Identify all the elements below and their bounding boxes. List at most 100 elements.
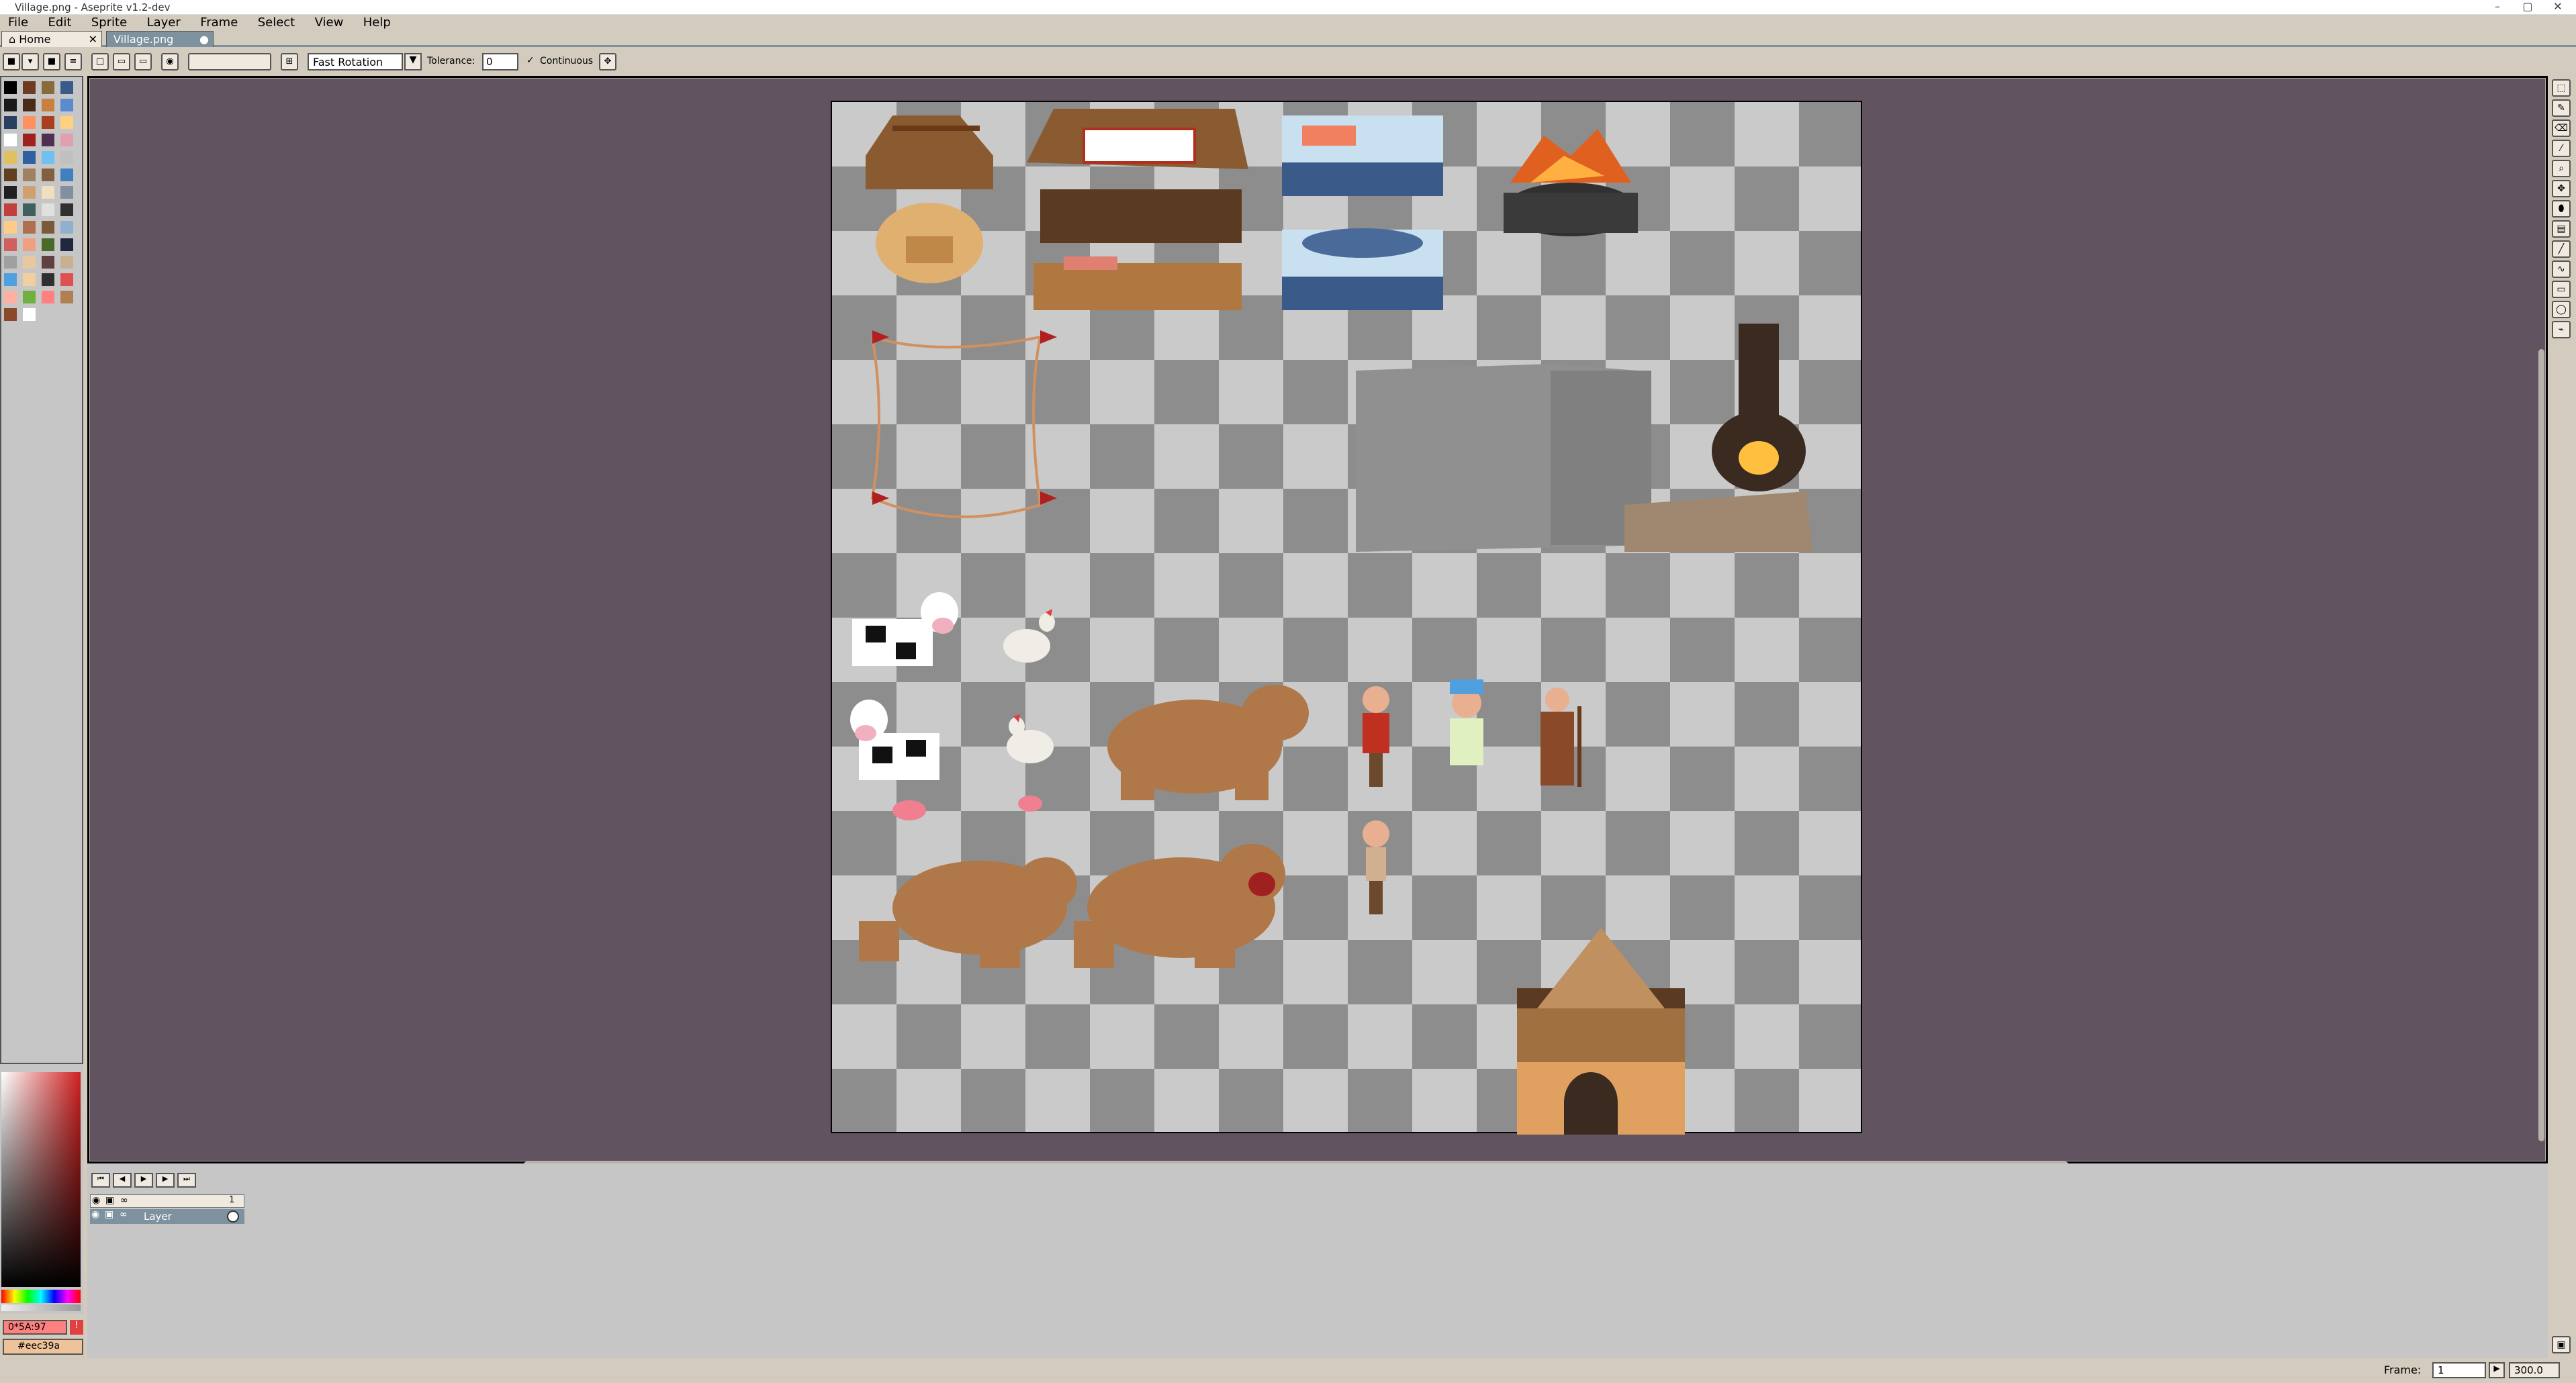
background-color-button[interactable]: #eec39a — [3, 1339, 83, 1355]
hue-slider[interactable] — [1, 1290, 81, 1303]
palette-swatch[interactable] — [23, 81, 36, 94]
transform-icon[interactable]: ⊞ — [281, 53, 298, 70]
selection-icon[interactable]: ■ — [43, 53, 60, 70]
palette-swatch[interactable] — [60, 81, 73, 94]
palette-swatch[interactable] — [42, 221, 54, 234]
continuous-icon[interactable]: ∞ — [120, 1209, 128, 1220]
play-icon[interactable]: ▶ — [134, 1173, 153, 1188]
contour-tool-icon[interactable]: ⌁ — [2552, 321, 2571, 338]
menu-edit[interactable]: Edit — [40, 15, 80, 30]
cel-icon[interactable] — [227, 1210, 239, 1223]
palette-swatch[interactable] — [23, 151, 36, 164]
frame-input[interactable]: 1 — [2432, 1362, 2486, 1378]
menu-view[interactable]: View — [307, 15, 352, 30]
layer-lock-icon[interactable]: ■ — [3, 53, 20, 70]
ellipse-tool-icon[interactable]: ◯ — [2552, 301, 2571, 318]
palette-swatch[interactable] — [4, 203, 17, 216]
line-tool-icon[interactable]: ╱ — [2552, 240, 2571, 258]
sprite-canvas[interactable] — [831, 101, 1862, 1136]
previous-frame-icon[interactable]: ◀ — [113, 1173, 132, 1188]
menu-file[interactable]: File — [0, 15, 36, 30]
close-button[interactable]: ✕ — [2538, 0, 2576, 15]
palette-swatch[interactable] — [4, 273, 17, 286]
menu-help[interactable]: Help — [355, 15, 399, 30]
palette-swatch[interactable] — [23, 291, 36, 303]
visibility-header-icon[interactable]: ◉ — [92, 1195, 100, 1206]
palette-swatch[interactable] — [42, 291, 54, 303]
chevron-down-icon[interactable]: ▼ — [404, 53, 422, 70]
palette-swatch[interactable] — [60, 116, 73, 129]
move-down-icon[interactable]: ▾ — [21, 53, 39, 70]
palette-swatch[interactable] — [23, 186, 36, 199]
palette-swatch[interactable] — [60, 238, 73, 251]
gradient-tool-icon[interactable]: ▤ — [2552, 220, 2571, 238]
palette-swatch[interactable] — [23, 134, 36, 146]
palette-swatch[interactable] — [4, 256, 17, 269]
palette-swatch[interactable] — [23, 238, 36, 251]
tolerance-input[interactable]: 0 — [482, 53, 518, 70]
palette-swatch[interactable] — [23, 99, 36, 111]
palette-swatch[interactable] — [4, 99, 17, 111]
palette-swatch[interactable] — [42, 186, 54, 199]
palette-swatch[interactable] — [4, 116, 17, 129]
move-tool-icon[interactable]: ✥ — [2552, 180, 2571, 197]
palette-swatch[interactable] — [4, 151, 17, 164]
menu-sprite[interactable]: Sprite — [83, 15, 135, 30]
palette-swatch[interactable] — [60, 203, 73, 216]
first-frame-icon[interactable]: ⏮ — [91, 1173, 110, 1188]
palette-swatch[interactable] — [42, 273, 54, 286]
foreground-color-button[interactable]: 0*5A:97 — [3, 1320, 67, 1335]
eye-icon[interactable]: ◉ — [91, 1209, 99, 1220]
eyedropper-tool-icon[interactable]: ⁄ — [2552, 140, 2571, 157]
continuous-checkbox[interactable]: ✓ — [526, 55, 535, 66]
palette-swatch[interactable] — [42, 81, 54, 94]
palette-swatch[interactable] — [4, 308, 17, 321]
palette-swatch[interactable] — [23, 116, 36, 129]
rotation-algorithm-select[interactable]: Fast Rotation — [308, 53, 403, 70]
palette-swatch[interactable] — [60, 169, 73, 181]
palette-swatch[interactable] — [42, 169, 54, 181]
select-new-icon[interactable]: □ — [91, 53, 109, 70]
tab-close-icon[interactable]: ✕ — [89, 33, 97, 46]
tab-modified-icon[interactable]: ● — [199, 33, 209, 46]
palette-swatch[interactable] — [4, 81, 17, 94]
lock-header-icon[interactable]: ▣ — [105, 1195, 114, 1206]
palette-swatch[interactable] — [60, 99, 73, 111]
palette-swatch[interactable] — [4, 169, 17, 181]
stack-icon[interactable]: ≡ — [64, 53, 82, 70]
fill-tool-icon[interactable]: ⬮ — [2552, 200, 2571, 218]
marquee-tool-icon[interactable]: ⬚ — [2552, 79, 2571, 97]
palette-swatch[interactable] — [42, 134, 54, 146]
palette-swatch[interactable] — [23, 203, 36, 216]
palette-swatch[interactable] — [23, 169, 36, 181]
palette-swatch[interactable] — [4, 186, 17, 199]
palette-swatch[interactable] — [23, 273, 36, 286]
tab-village[interactable]: Village.png ● — [106, 31, 214, 47]
menu-layer[interactable]: Layer — [139, 15, 189, 30]
curve-tool-icon[interactable]: ∿ — [2552, 260, 2571, 278]
go-to-frame-icon[interactable]: ▶ — [2489, 1362, 2505, 1378]
pivot-settings-icon[interactable]: ✥ — [599, 53, 616, 70]
palette-swatch[interactable] — [42, 116, 54, 129]
palette-swatch[interactable] — [23, 308, 36, 321]
transparent-color-slider[interactable] — [188, 53, 271, 70]
palette-swatch[interactable] — [60, 273, 73, 286]
tab-home[interactable]: ⌂ Home ✕ — [1, 31, 102, 47]
timeline-toggle-icon[interactable]: ▣ — [2552, 1336, 2571, 1353]
zoom-tool-icon[interactable]: ⌕ — [2552, 160, 2571, 177]
palette-swatch[interactable] — [42, 151, 54, 164]
palette-swatch[interactable] — [60, 151, 73, 164]
pencil-tool-icon[interactable]: ✎ — [2552, 99, 2571, 117]
palette-swatch[interactable] — [42, 99, 54, 111]
palette-swatch[interactable] — [4, 221, 17, 234]
palette-swatch[interactable] — [42, 256, 54, 269]
zoom-input[interactable]: 300.0 — [2509, 1362, 2560, 1378]
lock-icon[interactable]: ▣ — [105, 1209, 113, 1220]
palette-swatch[interactable] — [4, 291, 17, 303]
palette-swatch[interactable] — [42, 203, 54, 216]
link-header-icon[interactable]: ∞ — [120, 1195, 128, 1206]
layer-row[interactable]: ◉ ▣ ∞ Layer — [90, 1209, 244, 1224]
eraser-tool-icon[interactable]: ⌫ — [2552, 120, 2571, 137]
alpha-slider[interactable] — [1, 1304, 81, 1311]
vertical-scrollbar[interactable] — [2538, 349, 2544, 1141]
